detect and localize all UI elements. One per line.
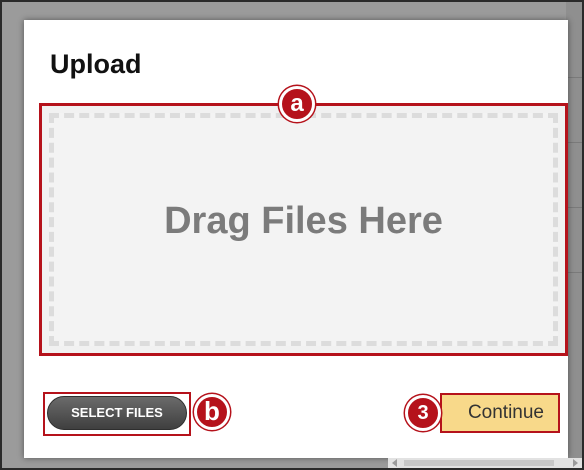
scroll-left-icon[interactable]: [392, 459, 397, 467]
callout-b: b: [194, 394, 230, 430]
scrollbar-thumb[interactable]: [404, 460, 554, 466]
callout-3: 3: [405, 395, 441, 431]
horizontal-scrollbar[interactable]: [388, 458, 582, 468]
continue-button[interactable]: Continue: [440, 393, 560, 433]
upload-dialog: Upload Drag Files Here a SELECT FILES b …: [24, 20, 568, 458]
drop-zone-text: Drag Files Here: [164, 200, 443, 242]
callout-a: a: [279, 86, 315, 122]
drop-zone[interactable]: Drag Files Here: [49, 113, 558, 346]
drop-zone-highlight[interactable]: Drag Files Here: [39, 103, 568, 356]
select-files-button[interactable]: SELECT FILES: [47, 396, 187, 430]
scroll-right-icon[interactable]: [573, 459, 578, 467]
dialog-title: Upload: [50, 49, 142, 79]
background-divider: [566, 142, 582, 143]
background-divider: [566, 272, 582, 273]
background-divider: [566, 77, 582, 78]
background-page: [566, 2, 582, 468]
background-divider: [566, 207, 582, 208]
